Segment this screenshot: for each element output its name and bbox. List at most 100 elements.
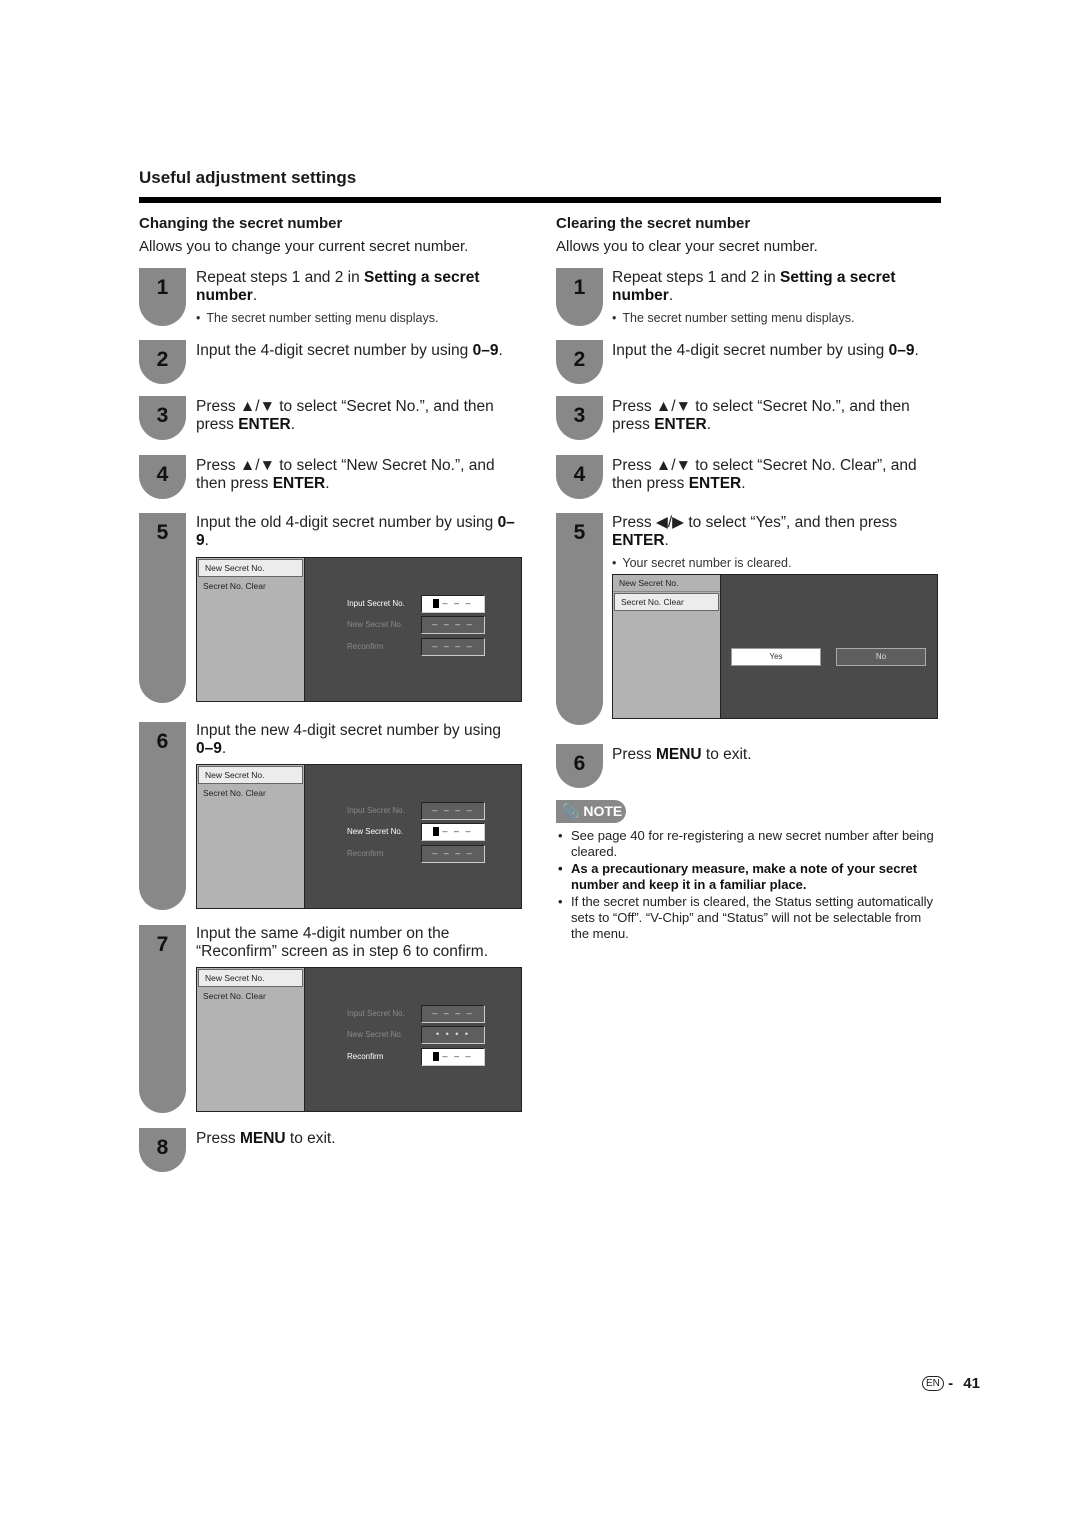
step-number: 4	[573, 463, 586, 486]
step-text: Press MENU to exit.	[196, 1130, 516, 1148]
page-title: Useful adjustment settings	[139, 168, 357, 187]
step-text-tail: .	[204, 532, 209, 549]
step-number: 7	[156, 933, 169, 956]
step-text-tail: .	[325, 475, 330, 492]
field-reconfirm: – – – –	[421, 638, 485, 656]
step-text-main: Repeat steps 1 and 2 in	[196, 269, 365, 286]
menu-item-new-secret: New Secret No.	[198, 559, 303, 577]
row-reconfirm: Reconfirm	[347, 642, 384, 651]
step-text: Press ◀/▶ to select “Yes”, and then pres…	[612, 514, 932, 550]
step-text-main: Input the old 4-digit secret number by u…	[196, 514, 498, 531]
step-text-bold: ENTER	[272, 475, 326, 492]
step-number: 1	[156, 276, 169, 299]
cursor	[433, 1052, 440, 1062]
field-new-secret: – – – –	[421, 616, 485, 634]
step-number: 6	[573, 752, 586, 775]
row-new-secret: New Secret No.	[347, 620, 404, 629]
menu-item-new-secret: New Secret No.	[198, 766, 303, 784]
step-badge: 5	[139, 513, 186, 703]
step-badge: 2	[556, 340, 603, 384]
step-text-tail: to exit.	[285, 1130, 336, 1147]
section-heading-clear: Clearing the secret number	[556, 215, 751, 232]
menu-item-secret-clear: Secret No. Clear	[203, 991, 266, 1001]
step-text-tail: .	[668, 287, 674, 304]
step-text-tail: .	[252, 287, 258, 304]
step-badge: 5	[556, 513, 603, 725]
step-badge: 3	[139, 396, 186, 440]
menu-item-new-secret: New Secret No.	[613, 575, 720, 592]
step-badge: 3	[556, 396, 603, 440]
step-text-tail: .	[706, 416, 712, 433]
step-bullet: Your secret number is cleared.	[612, 556, 791, 570]
step-number: 6	[156, 730, 169, 753]
section-description-change: Allows you to change your current secret…	[139, 238, 469, 255]
step-text: Input the same 4-digit number on the “Re…	[196, 925, 506, 961]
tv-menu-step7: New Secret No. Secret No. Clear Input Se…	[196, 967, 522, 1112]
row-new-secret: New Secret No.	[347, 1030, 404, 1039]
step-text: Input the new 4-digit secret number by u…	[196, 722, 516, 758]
step-text: Repeat steps 1 and 2 in Setting a secret…	[612, 269, 922, 305]
page-footer: EN - 41	[922, 1375, 980, 1392]
field-input-secret: – – – –	[421, 802, 485, 820]
step-badge: 6	[139, 722, 186, 910]
step-number: 2	[156, 348, 169, 371]
note-item: If the secret number is cleared, the Sta…	[558, 894, 938, 942]
step-text-tail: .	[498, 342, 503, 359]
step-text: Repeat steps 1 and 2 in Setting a secret…	[196, 269, 506, 305]
field-new-secret: • • • •	[421, 1026, 485, 1044]
paperclip-icon: 📎	[562, 803, 580, 819]
cursor	[433, 599, 440, 609]
row-input-secret: Input Secret No.	[347, 599, 405, 608]
note-label: NOTE	[583, 803, 623, 819]
step-number: 3	[156, 404, 169, 427]
step-badge: 6	[556, 744, 603, 788]
step-badge: 1	[556, 268, 603, 326]
menu-item-secret-clear: Secret No. Clear	[203, 581, 266, 591]
row-input-secret: Input Secret No.	[347, 806, 405, 815]
step-text: Press ▲/▼ to select “New Secret No.”, an…	[196, 457, 516, 493]
step-badge: 1	[139, 268, 186, 326]
title-rule	[139, 197, 941, 203]
field-reconfirm: – – – –	[421, 845, 485, 863]
step-text-main: Press ▲/▼ to select “Secret No. Clear”, …	[612, 457, 917, 492]
step-text-tail: .	[664, 532, 669, 549]
step-text: Press MENU to exit.	[612, 746, 932, 764]
step-text-main: Press ◀/▶ to select “Yes”, and then pres…	[612, 514, 898, 531]
cursor	[433, 827, 440, 837]
step-text-tail: to exit.	[701, 746, 752, 763]
step-number: 5	[573, 521, 586, 544]
step-badge: 7	[139, 925, 186, 1113]
step-number: 1	[573, 276, 586, 299]
step-bullet: The secret number setting menu displays.	[612, 311, 854, 325]
step-text-bold: ENTER	[612, 532, 665, 549]
menu-item-secret-clear: Secret No. Clear	[203, 788, 266, 798]
step-text-bold: 0–9	[472, 342, 499, 359]
page-number: 41	[963, 1375, 980, 1392]
step-number: 3	[573, 404, 586, 427]
menu-item-secret-clear: Secret No. Clear	[614, 593, 719, 611]
note-item: See page 40 for re-registering a new sec…	[558, 828, 938, 860]
language-badge: EN	[922, 1376, 944, 1391]
note-list: See page 40 for re-registering a new sec…	[558, 828, 938, 943]
field-input-secret: – – –	[421, 595, 485, 613]
field-new-secret: – – –	[421, 823, 485, 841]
tv-menu-step5: New Secret No. Secret No. Clear Input Se…	[196, 557, 522, 702]
step-text-main: Input the 4-digit secret number by using	[612, 342, 889, 359]
step-text-main: Press	[612, 746, 656, 763]
step-text-main: Press ▲/▼ to select “New Secret No.”, an…	[196, 457, 495, 492]
step-text-bold: 0–9	[196, 740, 222, 757]
step-text-bold: ENTER	[688, 475, 742, 492]
note-badge: 📎 NOTE	[556, 800, 626, 823]
step-text-main: Repeat steps 1 and 2 in	[612, 269, 781, 286]
step-text-bold: MENU	[655, 746, 702, 763]
field-reconfirm: – – –	[421, 1048, 485, 1066]
step-text-tail: .	[914, 342, 919, 359]
step-number: 5	[156, 521, 169, 544]
tv-menu-step6: New Secret No. Secret No. Clear Input Se…	[196, 764, 522, 909]
row-reconfirm: Reconfirm	[347, 849, 384, 858]
step-text-bold: ENTER	[238, 416, 291, 433]
field-input-secret: – – – –	[421, 1005, 485, 1023]
step-text: Press ▲/▼ to select “Secret No. Clear”, …	[612, 457, 932, 493]
step-text: Press ▲/▼ to select “Secret No.”, and th…	[196, 398, 516, 434]
step-badge: 2	[139, 340, 186, 384]
